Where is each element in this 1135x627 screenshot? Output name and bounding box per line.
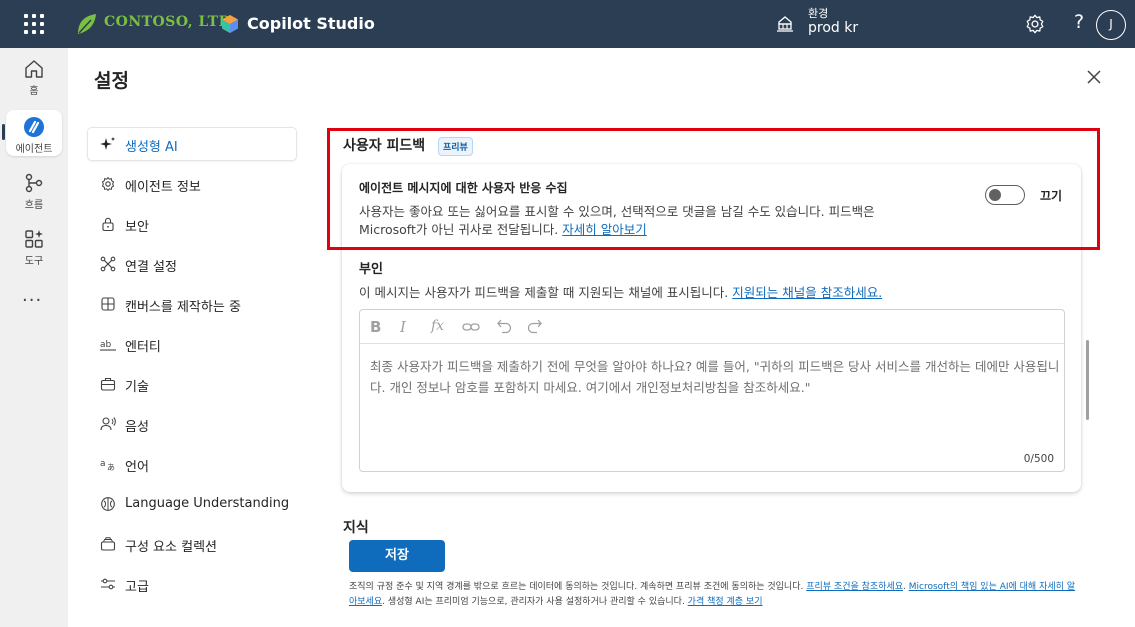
disclaimer-editor[interactable]: B I fx 최종 사용자가 피드백을 제출하기 전에 무엇을 알아야 하나요?… [359,309,1065,472]
gear-icon [101,177,115,191]
nav-item-skills[interactable]: 기술 [88,368,296,400]
copilot-studio-logo-icon [222,15,238,33]
section-title-knowledge: 지식 [343,520,369,536]
rail-label-tools: 도구 [24,256,44,267]
rail-item-tools[interactable]: 도구 [6,228,62,267]
svg-text:ab: ab [100,340,112,350]
preview-terms-link[interactable]: 프리뷰 조건을 참조하세요 [806,582,903,592]
pricing-tiers-link[interactable]: 가격 책정 계층 보기 [688,597,763,607]
settings-gear-icon[interactable] [1024,13,1046,35]
supported-channels-link[interactable]: 지원되는 채널을 참조하세요. [732,285,882,300]
redo-icon[interactable] [527,318,543,334]
rail-active-indicator [2,124,5,140]
environment-label: 환경 [808,7,829,20]
flow-icon [25,173,43,193]
nav-label: 음성 [125,420,149,435]
app-launcher-icon[interactable] [24,14,44,34]
nav-label: Language Understanding [125,496,290,511]
settings-panel: 설정 생성형 AI 에이전트 정보 보안 연결 설정 캔버스를 제작하는 중 a… [68,48,1135,627]
close-icon[interactable] [1085,68,1103,86]
nav-item-agent-info[interactable]: 에이전트 정보 [88,168,296,200]
entity-icon: ab [100,340,116,351]
footer-text-3: . 생성형 AI는 프리미엄 기능으로, 관리자가 사용 설정하거나 관리할 수… [382,597,688,607]
rail-item-home[interactable]: 홈 [6,58,62,97]
connection-icon [100,256,116,272]
nav-item-connection-settings[interactable]: 연결 설정 [88,248,296,280]
nav-item-voice[interactable]: 음성 [88,408,296,440]
nav-item-security[interactable]: 보안 [88,208,296,240]
more-icon[interactable]: ··· [22,290,42,311]
tools-icon [25,230,43,248]
nav-label: 구성 요소 컬렉션 [125,540,217,555]
nav-item-canvas[interactable]: 캔버스를 제작하는 중 [88,288,296,320]
rail-label-home: 홈 [29,86,39,97]
nav-item-component-collections[interactable]: 구성 요소 컬렉션 [88,528,296,560]
nav-label: 연결 설정 [125,260,177,275]
save-button[interactable]: 저장 [349,540,445,572]
user-avatar[interactable]: J [1096,10,1126,40]
environment-icon[interactable] [775,14,795,34]
nav-label: 엔터티 [125,340,161,355]
disclaimer-title: 부인 [359,262,383,277]
nav-item-language[interactable]: aあ 언어 [88,448,296,480]
canvas-icon [101,297,115,311]
formula-icon[interactable]: fx [431,318,444,334]
italic-icon[interactable]: I [400,318,406,336]
product-name[interactable]: Copilot Studio [247,14,375,33]
settings-nav: 생성형 AI 에이전트 정보 보안 연결 설정 캔버스를 제작하는 중 ab 엔… [88,128,296,608]
language-icon: aあ [100,459,115,472]
rail-item-agents[interactable]: 에이전트 [6,110,62,156]
contoso-logo-icon [78,14,96,34]
nav-label: 고급 [125,580,149,595]
help-button[interactable]: ? [1074,11,1084,33]
lock-icon [102,217,114,232]
nav-label: 에이전트 정보 [125,180,201,195]
nav-label: 기술 [125,380,149,395]
sliders-icon [101,578,115,590]
environment-value[interactable]: prod kr [808,20,858,36]
editor-toolbar: B I fx [360,310,1064,344]
collection-icon [100,537,116,551]
rail-label-flows: 흐름 [24,200,44,211]
nav-label: 보안 [125,220,149,235]
left-rail: 홈 에이전트 흐름 도구 ··· [0,48,68,627]
nav-label: 언어 [125,460,149,475]
nav-item-language-understanding[interactable]: Language Understanding [88,488,296,520]
nav-label: 생성형 AI [125,140,178,155]
page-title: 설정 [94,70,129,92]
nav-item-advanced[interactable]: 고급 [88,568,296,600]
footer-disclaimer: 조직의 규정 준수 및 지역 경계를 밖으로 흐르는 데이터에 동의하는 것입니… [349,580,1079,610]
svg-text:あ: あ [107,463,115,472]
rail-label-agents: 에이전트 [15,144,53,155]
scrollbar[interactable] [1086,340,1089,420]
sparkle-icon [100,137,115,150]
svg-text:a: a [100,459,106,469]
editor-placeholder: 최종 사용자가 피드백을 제출하기 전에 무엇을 알아야 하나요? 예를 들어,… [370,359,1060,395]
voice-icon [100,417,116,431]
character-count: 0/500 [1023,453,1054,465]
nav-label: 캔버스를 제작하는 중 [125,300,241,315]
nav-item-generative-ai[interactable]: 생성형 AI [88,128,296,160]
home-icon [25,60,43,78]
undo-icon[interactable] [496,318,512,334]
highlight-box [327,128,1100,250]
footer-text-1: 조직의 규정 준수 및 지역 경계를 밖으로 흐르는 데이터에 동의하는 것입니… [349,582,807,592]
brain-icon [101,497,115,511]
briefcase-icon [100,377,116,391]
top-bar: CONTOSO, LTD. Copilot Studio 환경 prod kr … [0,0,1135,48]
rail-item-flows[interactable]: 흐름 [6,172,62,211]
org-name: CONTOSO, LTD. [104,14,237,30]
link-icon[interactable] [462,320,480,334]
agent-icon [24,117,44,137]
disclaimer-desc-text: 이 메시지는 사용자가 피드백을 제출할 때 지원되는 채널에 표시됩니다. [359,285,729,300]
disclaimer-description: 이 메시지는 사용자가 피드백을 제출할 때 지원되는 채널에 표시됩니다. 지… [359,282,882,301]
bold-icon[interactable]: B [370,318,381,336]
nav-item-entities[interactable]: ab 엔터티 [88,328,296,360]
